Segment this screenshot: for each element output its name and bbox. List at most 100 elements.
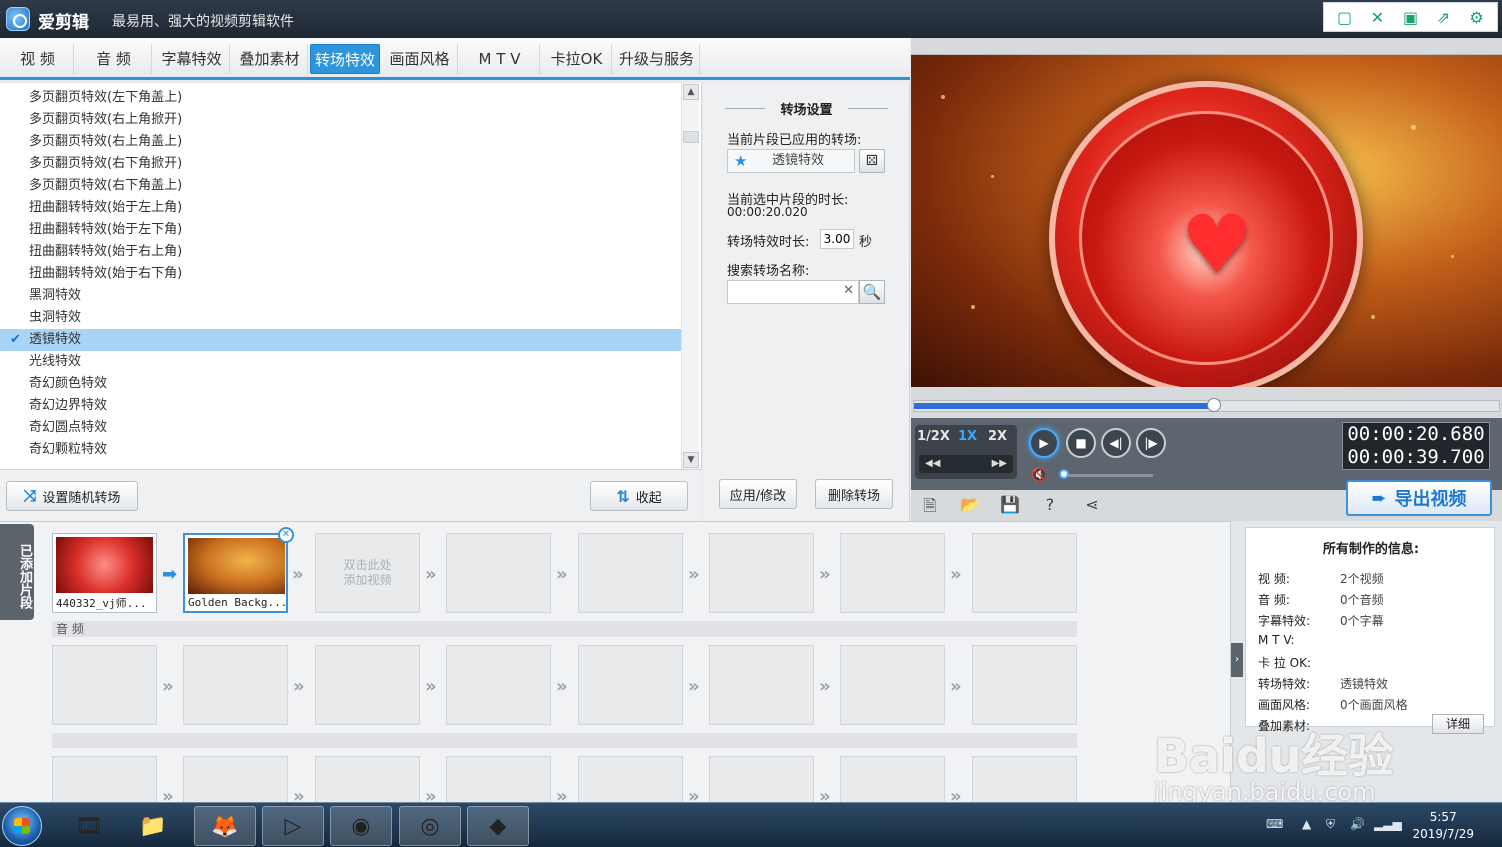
empty-audio-slot[interactable] — [578, 645, 683, 725]
empty-clip-slot[interactable] — [840, 533, 945, 613]
menu-tab-0[interactable]: 视 频 — [2, 44, 74, 74]
menu-tab-5[interactable]: 画面风格 — [382, 44, 458, 74]
fullscreen-icon[interactable]: ✕ — [1361, 3, 1394, 31]
play-button[interactable]: ▶ — [1029, 428, 1059, 458]
forward-icon[interactable]: ▶▶ — [992, 455, 1007, 473]
empty-audio-slot[interactable] — [183, 645, 288, 725]
transition-item[interactable]: 虫洞特效 — [0, 307, 681, 329]
detail-button[interactable]: 详细 — [1432, 714, 1484, 734]
remove-clip-icon[interactable]: ✕ — [278, 527, 294, 543]
empty-track-slot[interactable] — [183, 756, 288, 806]
menu-tab-6[interactable]: M T V — [460, 44, 540, 74]
network-icon[interactable]: ⛨ — [1326, 817, 1335, 832]
rewind-icon[interactable]: ◀◀ — [925, 455, 940, 473]
empty-audio-slot[interactable] — [52, 645, 157, 725]
video-app-icon[interactable]: ▷ — [262, 806, 324, 846]
preview-transition-button[interactable]: ⚄ — [859, 149, 885, 173]
menu-tab-2[interactable]: 字幕特效 — [154, 44, 230, 74]
empty-track-slot[interactable] — [578, 756, 683, 806]
clock[interactable]: 5:57 2019/7/29 — [1412, 809, 1474, 843]
tray-expand-icon[interactable]: ▲ — [1302, 817, 1311, 831]
browser-icon[interactable]: ◉ — [330, 806, 392, 846]
share-icon[interactable]: ⇗ — [1427, 3, 1460, 31]
settings-icon[interactable]: ⚙ — [1460, 3, 1493, 31]
open-folder-icon[interactable]: 📂 — [959, 495, 981, 517]
playback-progress[interactable] — [913, 398, 1500, 412]
transition-item[interactable]: 黑洞特效 — [0, 285, 681, 307]
scroll-thumb[interactable] — [683, 131, 699, 143]
share-icon[interactable]: ⋖ — [1081, 495, 1103, 517]
effect-duration-input[interactable] — [820, 229, 854, 249]
aijianji-task-icon[interactable]: ◎ — [399, 806, 461, 846]
empty-clip-slot[interactable] — [972, 533, 1077, 613]
speed-double[interactable]: 2X — [988, 429, 1007, 444]
transition-item[interactable]: 多页翻页特效(右下角盖上) — [0, 175, 681, 197]
empty-clip-slot[interactable] — [446, 533, 551, 613]
transition-item[interactable]: ✔ 透镜特效 — [0, 329, 681, 351]
stop-button[interactable]: ■ — [1066, 428, 1096, 458]
transition-item[interactable]: 奇幻颗粒特效 — [0, 439, 681, 461]
transition-item[interactable]: 扭曲翻转特效(始于右上角) — [0, 241, 681, 263]
media-player-icon[interactable]: 🎞 — [58, 806, 120, 846]
menu-tab-3[interactable]: 叠加素材 — [232, 44, 308, 74]
prev-frame-button[interactable]: ◀| — [1101, 428, 1131, 458]
empty-track-slot[interactable] — [446, 756, 551, 806]
keyboard-icon[interactable]: ⌨ — [1266, 817, 1283, 831]
added-clips-tab[interactable]: 已添加片段 — [0, 524, 34, 620]
menu-tab-8[interactable]: 升级与服务 — [614, 44, 700, 74]
menu-tab-1[interactable]: 音 频 — [76, 44, 152, 74]
save-icon[interactable]: ▣ — [1394, 3, 1427, 31]
signal-icon[interactable]: ▂▃▅ — [1374, 817, 1402, 831]
empty-track-slot[interactable] — [315, 756, 420, 806]
search-input[interactable]: ✕ — [727, 280, 859, 304]
minimize-icon[interactable]: ▢ — [1328, 3, 1361, 31]
start-button[interactable] — [2, 806, 42, 846]
transition-item[interactable]: 扭曲翻转特效(始于左上角) — [0, 197, 681, 219]
speed-half[interactable]: 1/2X — [917, 429, 950, 444]
progress-handle[interactable] — [1207, 398, 1221, 412]
export-video-button[interactable]: ➨ 导出视频 — [1346, 480, 1492, 516]
speed-normal[interactable]: 1X — [958, 429, 977, 444]
empty-track-slot[interactable] — [840, 756, 945, 806]
collapse-button[interactable]: ⇅ 收起 — [590, 481, 688, 511]
transition-item[interactable]: 扭曲翻转特效(始于右下角) — [0, 263, 681, 285]
transition-item[interactable]: 扭曲翻转特效(始于左下角) — [0, 219, 681, 241]
empty-clip-slot[interactable] — [578, 533, 683, 613]
firefox-icon[interactable]: 🦊 — [194, 806, 256, 846]
volume-handle[interactable] — [1059, 469, 1069, 479]
video-clip-2[interactable]: Golden Backg... ✕ — [183, 527, 294, 613]
empty-audio-slot[interactable] — [315, 645, 420, 725]
empty-clip-slot[interactable] — [709, 533, 814, 613]
empty-clip-slot[interactable]: 双击此处 添加视频 — [315, 533, 420, 613]
file-explorer-icon[interactable]: 📁 — [122, 806, 184, 846]
menu-tab-7[interactable]: 卡拉OK — [542, 44, 612, 74]
menu-tab-4[interactable]: 转场特效 — [310, 44, 380, 74]
transition-item[interactable]: 光线特效 — [0, 351, 681, 373]
empty-audio-slot[interactable] — [709, 645, 814, 725]
transition-item[interactable]: 奇幻颜色特效 — [0, 373, 681, 395]
empty-audio-slot[interactable] — [840, 645, 945, 725]
notes-icon[interactable]: ◆ — [467, 806, 529, 846]
speed-slider[interactable]: ◀◀ ▶▶ — [919, 455, 1013, 473]
scroll-down-icon[interactable]: ▼ — [683, 452, 699, 468]
next-frame-button[interactable]: |▶ — [1136, 428, 1166, 458]
random-transition-button[interactable]: ⤨ 设置随机转场 — [6, 481, 138, 511]
search-icon[interactable]: 🔍 — [859, 280, 885, 304]
empty-audio-slot[interactable] — [446, 645, 551, 725]
transition-item[interactable]: 多页翻页特效(右上角盖上) — [0, 131, 681, 153]
empty-track-slot[interactable] — [972, 756, 1077, 806]
video-preview[interactable]: ♥ — [911, 54, 1502, 387]
save-project-icon[interactable]: 💾 — [999, 495, 1021, 517]
volume-track[interactable] — [1067, 474, 1153, 477]
empty-track-slot[interactable] — [709, 756, 814, 806]
transition-item[interactable]: 多页翻页特效(左下角盖上) — [0, 87, 681, 109]
transition-item[interactable]: 奇幻圆点特效 — [0, 417, 681, 439]
apply-button[interactable]: 应用/修改 — [719, 479, 797, 509]
help-icon[interactable]: ? — [1039, 495, 1061, 517]
mute-icon[interactable]: 🔇 — [1031, 468, 1047, 483]
delete-transition-button[interactable]: 删除转场 — [815, 479, 893, 509]
video-clip-1[interactable]: 440332_vj师... — [52, 533, 157, 613]
volume-icon[interactable]: 🔊 — [1350, 817, 1365, 831]
empty-audio-slot[interactable] — [972, 645, 1077, 725]
scroll-up-icon[interactable]: ▲ — [683, 84, 699, 100]
